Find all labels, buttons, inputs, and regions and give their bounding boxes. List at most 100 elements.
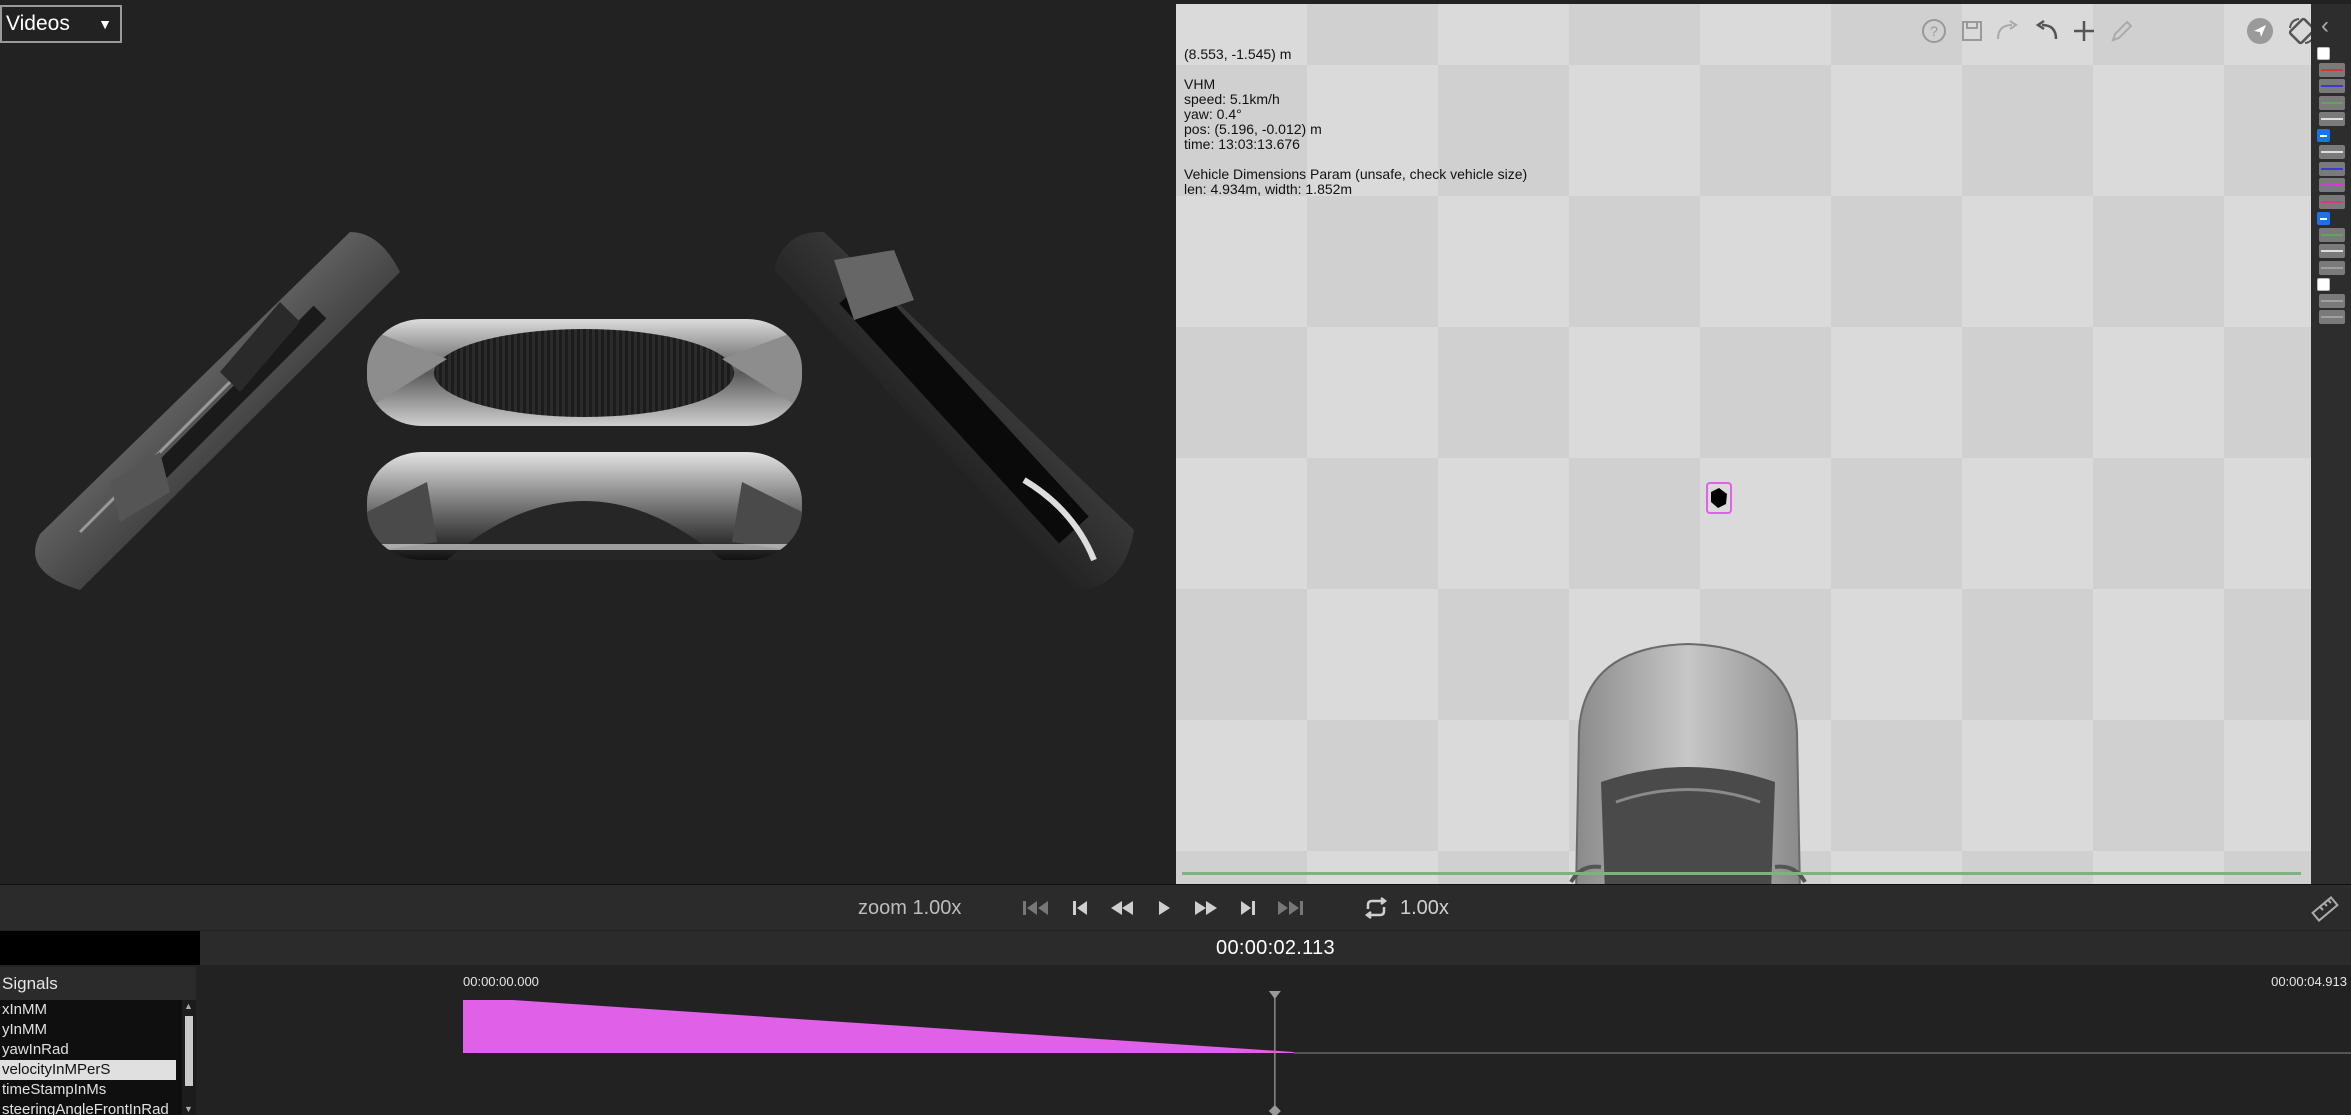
layer-color-swatch[interactable] — [2317, 94, 2347, 112]
chevron-down-icon: ▼ — [98, 16, 112, 32]
save-icon[interactable] — [1956, 15, 1988, 47]
layer-color-swatch[interactable] — [2317, 176, 2347, 194]
signals-title: Signals — [2, 974, 58, 993]
checkbox-icon[interactable] — [2317, 277, 2330, 291]
layer-toggle-checkbox[interactable] — [2317, 44, 2347, 62]
line-style-icon[interactable] — [2319, 161, 2345, 176]
svg-text:?: ? — [1930, 23, 1938, 39]
fast-forward-icon[interactable] — [1188, 895, 1224, 921]
layer-color-swatch[interactable] — [2317, 160, 2347, 178]
undo-icon[interactable] — [2030, 15, 2062, 47]
signal-item[interactable]: steeringAngleFrontInRad — [0, 1100, 176, 1115]
signals-scrollbar[interactable]: ▲ ▼ — [182, 1000, 196, 1115]
source-select[interactable]: Videos ▼ — [0, 5, 122, 43]
layer-color-swatch[interactable] — [2317, 226, 2347, 244]
dimensions-title: Vehicle Dimensions Param (unsafe, check … — [1184, 166, 1528, 182]
layer-toggle-checkbox[interactable] — [2317, 209, 2347, 227]
line-style-icon[interactable] — [2319, 194, 2345, 209]
playhead-handle[interactable] — [1268, 991, 1281, 999]
vehicle-yaw: yaw: 0.4° — [1184, 106, 1242, 122]
layer-toggle-checkbox[interactable] — [2317, 127, 2347, 145]
step-forward-icon[interactable] — [1230, 895, 1266, 921]
line-style-icon[interactable] — [2319, 145, 2345, 159]
playback-controls: zoom 1.00x 1.00x — [0, 884, 2351, 930]
line-style-icon[interactable] — [2319, 112, 2345, 126]
app-window: Videos ▼ (8.553, -1.545) m VHM speed: 5.… — [0, 0, 2351, 1115]
line-style-icon[interactable] — [2319, 95, 2345, 110]
add-icon[interactable] — [2068, 15, 2100, 47]
velocity-series-area — [463, 1000, 1294, 1053]
camera-front-view[interactable] — [367, 319, 802, 426]
layer-color-swatch[interactable] — [2317, 61, 2347, 79]
layer-color-swatch[interactable] — [2317, 143, 2347, 161]
map-toolbar: ? — [1176, 15, 2311, 49]
layer-color-swatch[interactable] — [2317, 77, 2347, 95]
layer-color-swatch[interactable] — [2317, 110, 2347, 128]
current-time: 00:00:02.113 — [1216, 937, 1335, 959]
line-style-icon[interactable] — [2319, 227, 2345, 242]
step-back-icon[interactable] — [1062, 895, 1098, 921]
vehicle-time: time: 13:03:13.676 — [1184, 136, 1300, 152]
video-panel: Videos ▼ — [0, 0, 1174, 884]
cursor-coords: (8.553, -1.545) m — [1184, 46, 1292, 62]
layer-color-swatch[interactable] — [2317, 242, 2347, 260]
layer-color-swatch[interactable] — [2317, 308, 2347, 326]
playhead-bottom-handle[interactable] — [1268, 1105, 1281, 1115]
layer-color-swatch[interactable] — [2317, 292, 2347, 310]
signal-item[interactable]: xInMM — [0, 1000, 176, 1020]
skip-start-icon[interactable] — [1018, 895, 1054, 921]
skip-end-icon[interactable] — [1272, 895, 1308, 921]
locate-icon[interactable] — [2244, 15, 2276, 47]
checkbox-icon[interactable] — [2317, 211, 2330, 225]
loop-icon[interactable] — [1358, 895, 1394, 921]
line-style-icon[interactable] — [2319, 79, 2345, 93]
line-style-icon[interactable] — [2319, 62, 2345, 77]
map-view[interactable]: (8.553, -1.545) m VHM speed: 5.1km/h yaw… — [1176, 4, 2311, 884]
ego-vehicle — [1561, 642, 1815, 884]
vehicle-speed: speed: 5.1km/h — [1184, 91, 1280, 107]
plot-canvas — [463, 991, 2351, 1115]
layer-color-swatch[interactable] — [2317, 193, 2347, 211]
scrollbar-thumb[interactable] — [185, 1016, 193, 1086]
timeline-spacer — [0, 931, 200, 965]
checkbox-icon[interactable] — [2317, 46, 2330, 60]
play-icon[interactable] — [1146, 895, 1182, 921]
timeline-header: 00:00:02.113 — [200, 931, 2351, 965]
ruler-icon[interactable] — [2310, 895, 2340, 923]
redo-icon[interactable] — [1992, 15, 2024, 47]
signal-item[interactable]: timeStampInMs — [0, 1080, 176, 1100]
signals-list[interactable]: xInMM yInMM yawInRad velocityInMPerS tim… — [0, 1000, 192, 1115]
line-style-icon[interactable] — [2319, 244, 2345, 258]
vehicle-position: pos: (5.196, -0.012) m — [1184, 121, 1322, 137]
line-style-icon[interactable] — [2319, 260, 2345, 275]
pencil-icon[interactable] — [2106, 15, 2138, 47]
layer-toggle-checkbox[interactable] — [2317, 275, 2347, 293]
line-style-icon[interactable] — [2319, 178, 2345, 192]
line-style-icon[interactable] — [2319, 293, 2345, 308]
rotate-icon[interactable] — [2286, 15, 2311, 47]
layer-panel: ‹ — [2311, 4, 2351, 884]
detected-object-marker[interactable] — [1706, 482, 1732, 514]
help-icon[interactable]: ? — [1918, 15, 1950, 47]
layer-color-swatch[interactable] — [2317, 259, 2347, 277]
ground-reference-line — [1182, 872, 2301, 875]
signal-item-selected[interactable]: velocityInMPerS — [0, 1060, 176, 1080]
vehicle-model-label: VHM — [1184, 76, 1216, 92]
scroll-down-icon[interactable]: ▼ — [184, 1104, 193, 1114]
camera-right-view[interactable] — [774, 230, 1134, 592]
chevron-left-icon[interactable]: ‹ — [2321, 12, 2329, 40]
camera-left-view[interactable] — [20, 232, 400, 592]
signal-plot[interactable]: 00:00:00.000 00:00:04.913 — [200, 967, 2351, 1115]
signal-item[interactable]: yawInRad — [0, 1040, 176, 1060]
signal-item[interactable]: yInMM — [0, 1020, 176, 1040]
playback-speed[interactable]: 1.00x — [1400, 897, 1449, 920]
rewind-icon[interactable] — [1104, 895, 1140, 921]
checkbox-icon[interactable] — [2317, 129, 2330, 142]
camera-rear-view[interactable] — [367, 452, 802, 560]
signals-panel: Signals xInMM yInMM yawInRad velocityInM… — [0, 967, 196, 1115]
scroll-up-icon[interactable]: ▲ — [184, 1001, 193, 1011]
dimensions-value: len: 4.934m, width: 1.852m — [1184, 181, 1353, 197]
line-style-icon[interactable] — [2319, 310, 2345, 324]
zoom-label[interactable]: zoom 1.00x — [858, 897, 961, 920]
map-info-overlay: (8.553, -1.545) m VHM speed: 5.1km/h yaw… — [1184, 47, 1527, 197]
